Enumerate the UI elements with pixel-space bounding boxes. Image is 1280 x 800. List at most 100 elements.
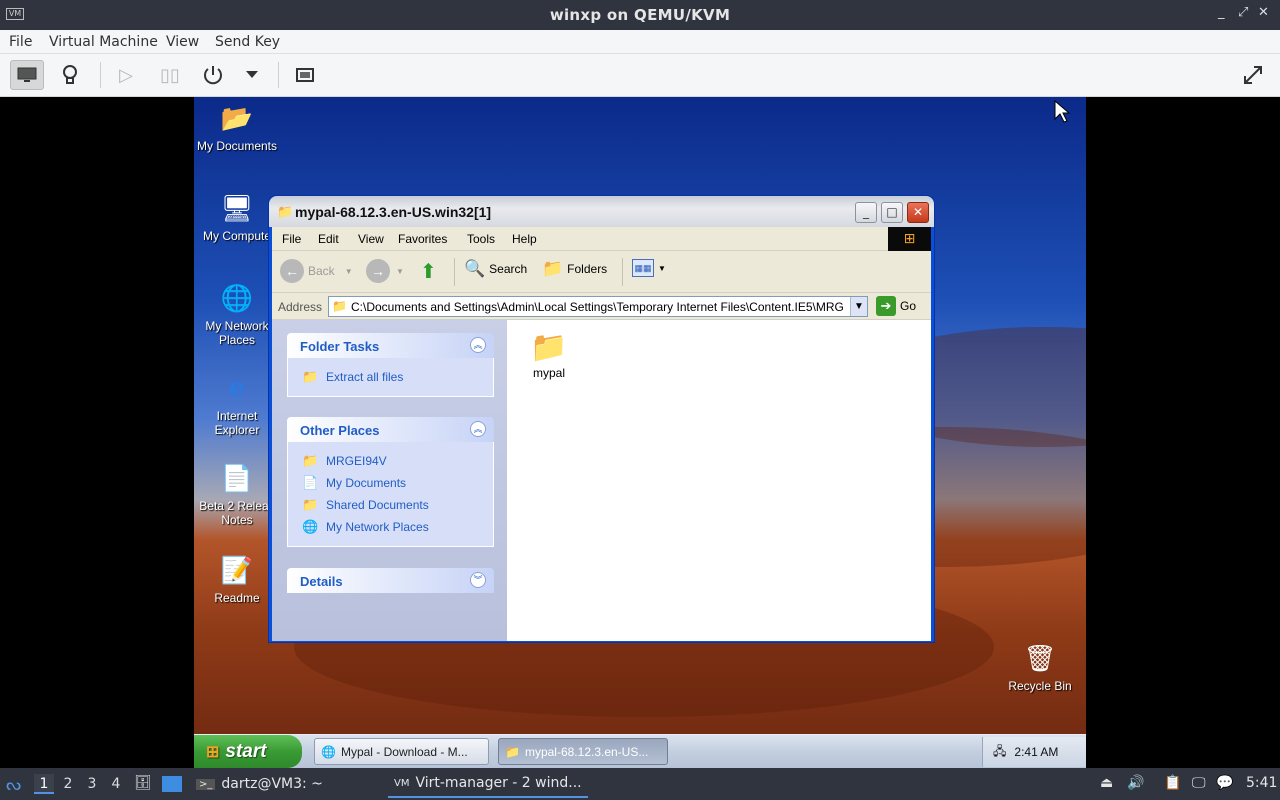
network-icon[interactable]: 🖵 xyxy=(1192,775,1206,791)
workspace-3[interactable]: 3 xyxy=(82,774,102,794)
xp-clock: 2:41 AM xyxy=(1014,745,1059,759)
forward-button[interactable]: → ▼ xyxy=(366,259,404,283)
windows-flag-icon: ⊞ xyxy=(888,227,931,251)
menu-tools[interactable]: Tools xyxy=(467,232,495,246)
mouse-cursor-icon xyxy=(1054,100,1070,123)
close-button[interactable]: ✕ xyxy=(907,202,929,223)
expand-icon[interactable]: ︾ xyxy=(470,572,486,588)
taskbar-item-explorer[interactable]: 📁 mypal-68.12.3.en-US... xyxy=(498,738,668,765)
menu-send-key[interactable]: Send Key xyxy=(215,34,280,50)
folders-button[interactable]: 📁 Folders xyxy=(542,259,607,279)
windows-logo-icon: ⊞ xyxy=(206,743,220,761)
minimize-button[interactable]: _ xyxy=(855,202,877,223)
minimize-icon[interactable]: _ xyxy=(1218,5,1225,20)
menu-favorites[interactable]: Favorites xyxy=(398,232,447,246)
folder-icon: 📁 xyxy=(302,497,319,512)
readme-icon: 📝 xyxy=(220,554,254,585)
pause-icon[interactable]: ▯▯ xyxy=(153,60,187,90)
start-button[interactable]: ⊞ start xyxy=(194,735,302,768)
maximize-icon[interactable]: ⤢ xyxy=(1238,5,1248,20)
power-icon[interactable] xyxy=(196,60,230,90)
explorer-window: 📁 mypal-68.12.3.en-US.win32[1] _ □ ✕ Fil… xyxy=(268,195,935,643)
clipboard-icon[interactable]: 📋 xyxy=(1164,775,1181,791)
collapse-icon[interactable]: ︽ xyxy=(470,421,486,437)
folder-icon: 📁 xyxy=(302,453,319,468)
close-icon[interactable]: ✕ xyxy=(1258,5,1269,20)
details-header[interactable]: Details ︾ xyxy=(287,568,494,593)
screenshot-icon[interactable] xyxy=(289,60,323,90)
search-icon: 🔍 xyxy=(464,259,486,278)
menu-view[interactable]: View xyxy=(166,34,199,50)
notification-icon[interactable]: 💬 xyxy=(1216,775,1233,791)
folder-tasks-header[interactable]: Folder Tasks ︽ xyxy=(287,333,494,358)
taskbar-item-mypal-download[interactable]: 🌐 Mypal - Download - M... xyxy=(314,738,489,765)
folder-icon: 📁 xyxy=(530,331,568,364)
monitor-icon[interactable] xyxy=(10,60,44,90)
task-terminal[interactable]: >_ dartz@VM3: ~ xyxy=(190,770,329,798)
address-input[interactable]: 📁 C:\Documents and Settings\Admin\Local … xyxy=(328,296,868,317)
other-places-panel: Other Places ︽ 📁 MRGEI94V 📄 My Documents… xyxy=(287,417,494,547)
collapse-icon[interactable]: ︽ xyxy=(470,337,486,353)
file-view[interactable]: 📁 mypal xyxy=(507,320,931,641)
maximize-button[interactable]: □ xyxy=(881,202,903,223)
folder-icon: 📁 xyxy=(332,299,347,313)
menu-view[interactable]: View xyxy=(358,232,384,246)
forward-arrow-icon: → xyxy=(366,259,390,283)
up-folder-button[interactable]: ⬆ xyxy=(420,259,437,284)
ie-icon: e xyxy=(228,373,246,403)
host-titlebar: VM winxp on QEMU/KVM _ ⤢ ✕ xyxy=(0,0,1280,30)
desktop-icon-recycle-bin[interactable]: 🗑 Recycle Bin xyxy=(997,641,1083,694)
network-places-icon: 🌐 xyxy=(220,282,254,313)
menu-help[interactable]: Help xyxy=(512,232,537,246)
workspace-2[interactable]: 2 xyxy=(58,774,78,794)
recycle-bin-icon: 🗑 xyxy=(1023,642,1057,673)
terminal-icon: >_ xyxy=(196,778,216,790)
task-virt-manager[interactable]: VM Virt-manager - 2 wind... xyxy=(388,770,588,798)
my-documents-icon: 📂 xyxy=(220,102,254,133)
go-arrow-icon: ➔ xyxy=(876,296,896,316)
host-panel: ᔓ 1 2 3 4 🗄 >_ dartz@VM3: ~ VM Virt-mana… xyxy=(0,768,1280,800)
network-tray-icon[interactable]: 🖧 xyxy=(993,742,1006,763)
back-button[interactable]: ← Back ▼ xyxy=(280,259,353,283)
removable-drive-icon[interactable]: ⏏ xyxy=(1100,775,1113,791)
explorer-menubar: File Edit View Favorites Tools Help ⊞ xyxy=(272,227,931,251)
views-button[interactable]: ▦▦ ▼ xyxy=(632,259,666,277)
my-computer-icon: 🖥 xyxy=(220,192,254,223)
file-manager-icon[interactable]: 🗄 xyxy=(134,775,152,791)
views-icon: ▦▦ xyxy=(632,259,654,277)
other-places-header[interactable]: Other Places ︽ xyxy=(287,417,494,442)
desktop-icon[interactable] xyxy=(162,776,182,792)
desktop-icon-my-documents[interactable]: 📂 My Documents xyxy=(194,101,280,154)
system-tray: 🖧 2:41 AM xyxy=(982,737,1086,767)
my-documents-icon: 📄 xyxy=(302,475,319,490)
explorer-titlebar[interactable]: 📁 mypal-68.12.3.en-US.win32[1] _ □ ✕ xyxy=(269,196,934,227)
menu-file[interactable]: File xyxy=(9,34,32,50)
menu-virtual-machine[interactable]: Virtual Machine xyxy=(49,34,158,50)
place-mrgei94v[interactable]: 📁 MRGEI94V xyxy=(302,450,481,472)
workspace-4[interactable]: 4 xyxy=(106,774,126,794)
fullscreen-icon[interactable] xyxy=(1236,60,1270,90)
place-my-network-places[interactable]: 🌐 My Network Places xyxy=(302,516,481,538)
lightbulb-icon[interactable] xyxy=(53,60,87,90)
volume-icon[interactable]: 🔊 xyxy=(1127,775,1144,791)
search-button[interactable]: 🔍 Search xyxy=(464,259,527,279)
go-button[interactable]: ➔ Go xyxy=(876,296,916,316)
task-extract-all-files[interactable]: 📁 Extract all files xyxy=(302,366,481,388)
folder-icon: 📁 xyxy=(277,205,294,220)
file-item-mypal[interactable]: 📁 mypal xyxy=(525,330,573,380)
browser-icon: 🌐 xyxy=(321,744,336,759)
address-dropdown-icon[interactable]: ▼ xyxy=(850,297,867,316)
play-icon[interactable]: ▷ xyxy=(109,60,143,90)
workspace-1[interactable]: 1 xyxy=(34,774,54,794)
explorer-toolbar: ← Back ▼ → ▼ ⬆ 🔍 Search 📁 Folders ▦▦ ▼ xyxy=(272,251,931,293)
place-my-documents[interactable]: 📄 My Documents xyxy=(302,472,481,494)
dropdown-arrow-icon[interactable] xyxy=(235,60,269,90)
menu-file[interactable]: File xyxy=(282,232,301,246)
app-menu-icon[interactable]: ᔓ xyxy=(6,775,21,795)
place-shared-documents[interactable]: 📁 Shared Documents xyxy=(302,494,481,516)
task-pane: Folder Tasks ︽ 📁 Extract all files Other… xyxy=(272,320,507,641)
menu-edit[interactable]: Edit xyxy=(318,232,339,246)
menubar: File Virtual Machine View Send Key xyxy=(0,30,1280,54)
extract-icon: 📁 xyxy=(302,369,319,384)
virt-manager-icon: VM xyxy=(394,777,410,789)
